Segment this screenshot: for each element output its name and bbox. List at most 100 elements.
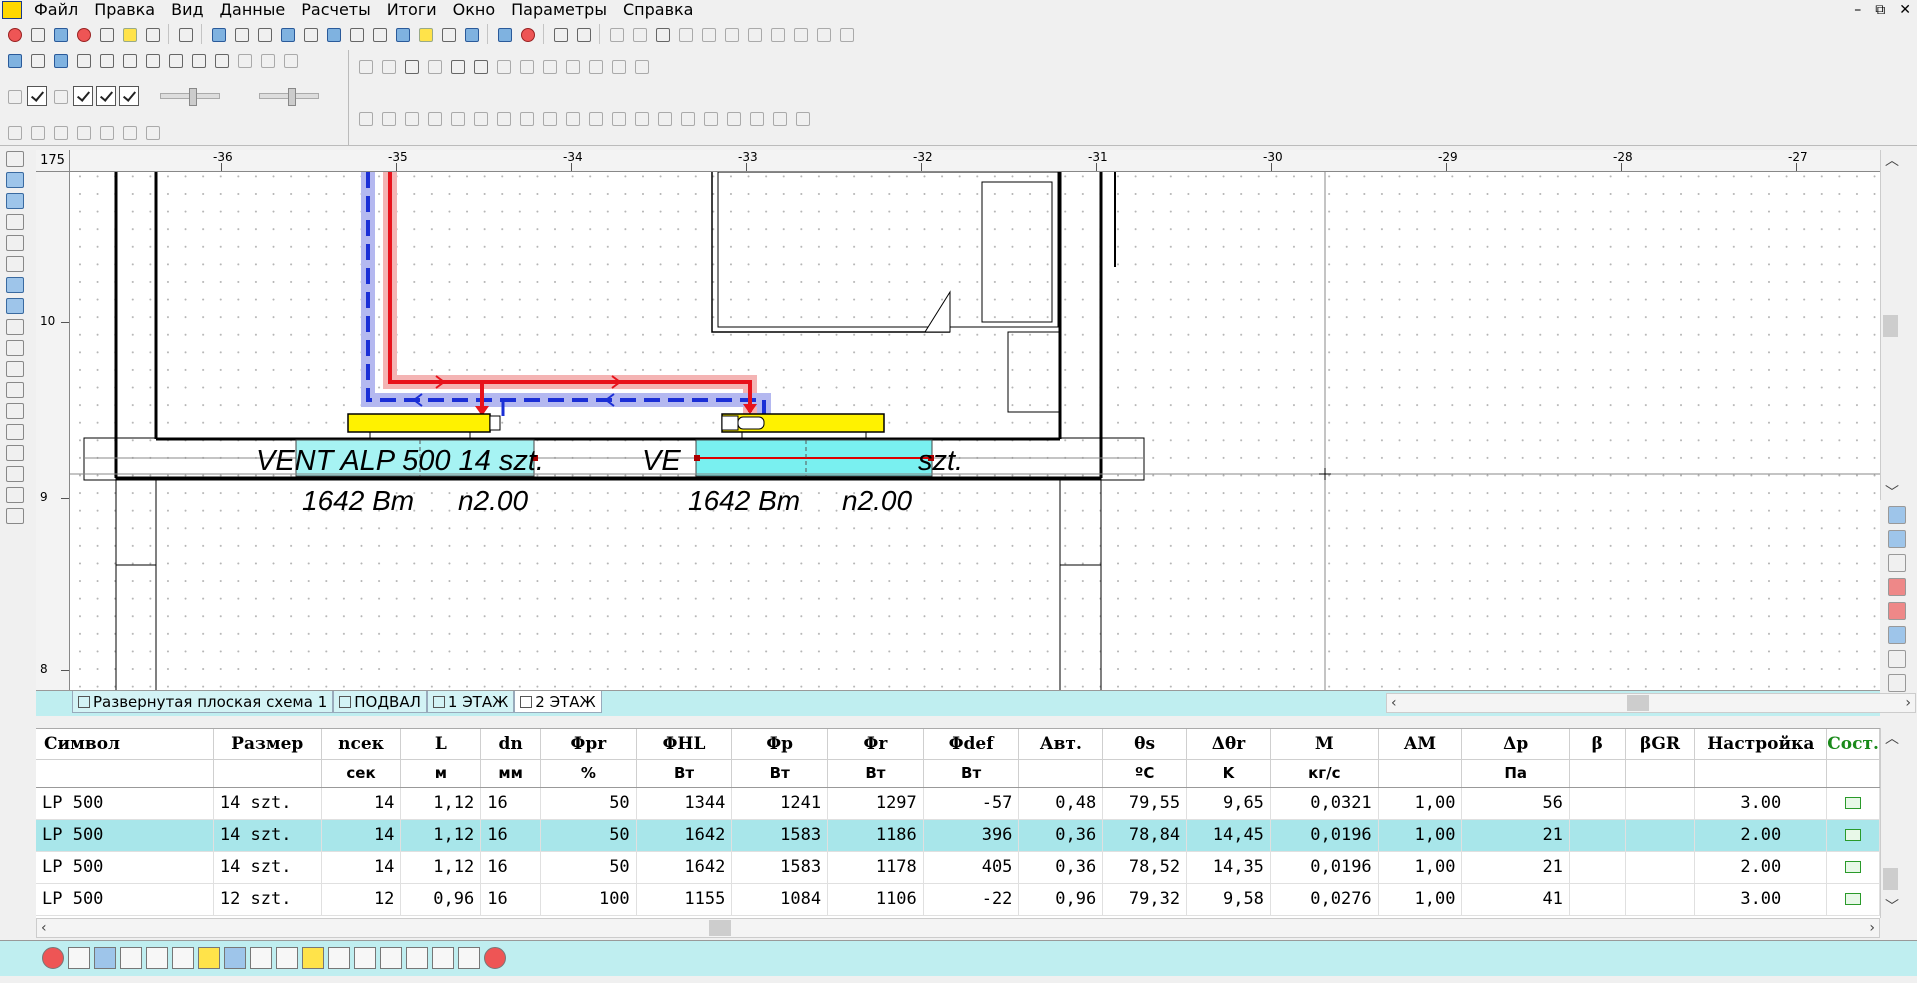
menu-results[interactable]: Итоги (379, 0, 445, 20)
align-icon[interactable] (721, 24, 741, 44)
paste-icon[interactable] (6, 424, 24, 440)
printer-icon[interactable] (6, 256, 24, 272)
cell-phi-def[interactable]: -57 (923, 787, 1020, 820)
cell-delta-theta[interactable]: 14,35 (1186, 851, 1271, 884)
scroll-up-icon[interactable]: ︿ (1885, 730, 1899, 748)
cell-delta-p[interactable]: 56 (1461, 787, 1570, 820)
space-h-icon[interactable] (493, 108, 513, 128)
col-header-auth[interactable]: Авт. (1018, 729, 1104, 760)
zoom-select-icon[interactable] (175, 24, 195, 44)
cell-am[interactable]: 1,00 (1378, 883, 1463, 916)
cell-size[interactable]: 14 szt. (213, 851, 322, 884)
new-file-icon[interactable] (27, 24, 47, 44)
col-header-phi-def[interactable]: Φdef (923, 729, 1020, 760)
col-header-length[interactable]: L (400, 729, 482, 760)
thermostat-icon[interactable] (493, 56, 513, 76)
bend-icon[interactable] (608, 56, 628, 76)
page-setup-icon[interactable] (6, 235, 24, 251)
cell-theta-s[interactable]: 79,55 (1102, 787, 1188, 820)
boiler-icon[interactable] (120, 947, 142, 969)
menu-data[interactable]: Данные (212, 0, 294, 20)
cell-delta-p[interactable]: 41 (1461, 883, 1570, 916)
cell-phi-r[interactable]: 1178 (827, 851, 924, 884)
collector-icon[interactable] (172, 947, 194, 969)
scroll-thumb[interactable] (1883, 315, 1898, 337)
cell-auth[interactable]: 0,36 (1018, 851, 1104, 884)
cell-length[interactable]: 0,96 (400, 883, 482, 916)
measure-icon[interactable] (836, 24, 856, 44)
stairs-icon[interactable] (300, 24, 320, 44)
cell-phi-p[interactable]: 1583 (731, 819, 829, 852)
zoom-in-icon[interactable] (142, 50, 162, 70)
col-header-beta-gr[interactable]: βGR (1625, 729, 1696, 760)
cell-phi-hl[interactable]: 1642 (636, 819, 733, 852)
insulation-icon[interactable] (792, 108, 812, 128)
cell-phi-def[interactable]: 405 (923, 851, 1020, 884)
col-header-delta-theta[interactable]: Δθr (1186, 729, 1271, 760)
cell-beta[interactable] (1569, 883, 1626, 916)
cell-dn[interactable]: 16 (480, 883, 542, 916)
settings-icon[interactable] (1888, 674, 1906, 692)
scroll-thumb[interactable] (709, 920, 731, 936)
col-header-delta-p[interactable]: Δp (1461, 729, 1570, 760)
col-header-beta[interactable]: β (1569, 729, 1626, 760)
split-icon[interactable] (424, 56, 444, 76)
cell-beta-gr[interactable] (1625, 851, 1696, 884)
cut-icon[interactable] (6, 382, 24, 398)
cell-am[interactable]: 1,00 (1378, 851, 1463, 884)
pan-icon[interactable] (96, 50, 116, 70)
col-header-phi-hl[interactable]: ΦHL (636, 729, 733, 760)
dimension-icon[interactable] (723, 108, 743, 128)
print-icon[interactable] (73, 24, 93, 44)
stamp-icon[interactable] (6, 319, 24, 335)
return-line-icon[interactable] (1888, 602, 1906, 620)
door-icon[interactable] (378, 56, 398, 76)
save-icon[interactable] (6, 193, 24, 209)
dropdown-icon[interactable] (631, 56, 651, 76)
layer-6-icon[interactable] (119, 122, 139, 142)
cell-phi-p[interactable]: 1583 (731, 851, 829, 884)
tab-basement[interactable]: ПОДВАЛ (333, 691, 427, 713)
floor-plan-drawing[interactable]: VENT ALP 500 14 szt. VE szt. 1642 Вт n2.… (70, 172, 1880, 690)
scroll-left-icon[interactable]: ‹ (1391, 694, 1397, 712)
cell-setting[interactable]: 2.00 (1694, 851, 1828, 884)
align-middle-icon[interactable] (447, 108, 467, 128)
same-width-icon[interactable] (539, 108, 559, 128)
cell-status[interactable] (1826, 883, 1880, 916)
cell-length[interactable]: 1,12 (400, 851, 482, 884)
snap-icon[interactable] (606, 24, 626, 44)
tab-expanded-scheme[interactable]: Развернутая плоская схема 1 (72, 691, 334, 713)
menu-parameters[interactable]: Параметры (503, 0, 615, 20)
zoom-previous-icon[interactable] (211, 50, 231, 70)
cell-phi-pr[interactable]: 50 (540, 787, 637, 820)
col-header-mass-flow[interactable]: M (1270, 729, 1379, 760)
cell-beta[interactable] (1569, 787, 1626, 820)
layer-5-icon[interactable] (96, 122, 116, 142)
open-icon[interactable] (6, 172, 24, 188)
symbol-icon[interactable] (769, 108, 789, 128)
layer-4-icon[interactable] (73, 122, 93, 142)
cell-setting[interactable]: 3.00 (1694, 787, 1828, 820)
layer-7-icon[interactable] (142, 122, 162, 142)
export-icon[interactable] (6, 277, 24, 293)
window-icon[interactable] (277, 24, 297, 44)
cell-length[interactable]: 1,12 (400, 787, 482, 820)
space-v-icon[interactable] (516, 108, 536, 128)
fitting-icon[interactable] (470, 56, 490, 76)
radiator-right-label-start[interactable]: VE (642, 445, 681, 477)
cell-status[interactable] (1826, 819, 1880, 852)
stop-icon[interactable] (484, 947, 506, 969)
calculate-icon[interactable] (494, 24, 514, 44)
send-back-icon[interactable] (631, 108, 651, 128)
props-icon[interactable] (700, 108, 720, 128)
layers-icon[interactable] (461, 24, 481, 44)
blank-toggle-icon[interactable] (50, 86, 70, 106)
riser-icon[interactable] (369, 24, 389, 44)
library-icon[interactable] (652, 24, 672, 44)
cell-mass-flow[interactable]: 0,0321 (1270, 787, 1379, 820)
col-header-theta-s[interactable]: θs (1102, 729, 1188, 760)
balance-valve-icon[interactable] (380, 947, 402, 969)
cell-sections[interactable]: 14 (321, 819, 402, 852)
collector-icon[interactable] (585, 56, 605, 76)
pump-icon[interactable] (146, 947, 168, 969)
